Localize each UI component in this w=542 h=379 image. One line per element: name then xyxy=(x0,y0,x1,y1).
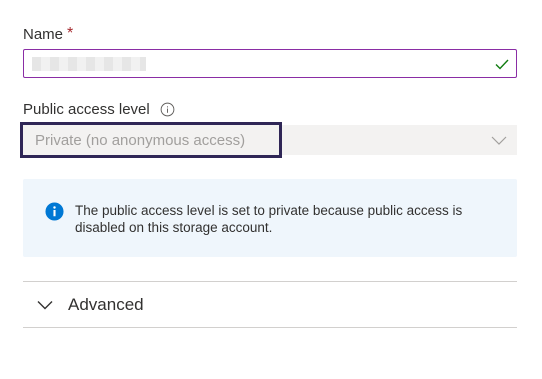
required-marker: * xyxy=(67,25,74,42)
info-message-text: The public access level is set to privat… xyxy=(75,203,463,235)
advanced-label: Advanced xyxy=(68,294,144,314)
check-icon xyxy=(495,59,509,70)
name-label-row: Name * xyxy=(23,25,73,43)
name-label: Name xyxy=(23,25,64,43)
access-label: Public access level xyxy=(23,101,150,118)
name-value-redacted xyxy=(32,57,146,71)
info-message-box: The public access level is set to privat… xyxy=(23,179,517,257)
info-circle-icon[interactable] xyxy=(160,102,175,117)
chevron-down-icon xyxy=(37,300,53,309)
access-label-row: Public access level xyxy=(23,101,175,118)
chevron-down-icon xyxy=(491,136,507,145)
divider xyxy=(23,327,517,328)
info-solid-icon xyxy=(45,202,64,221)
access-level-value: Private (no anonymous access) xyxy=(35,132,246,149)
access-level-dropdown[interactable]: Private (no anonymous access) xyxy=(20,122,517,158)
name-input[interactable] xyxy=(23,49,517,78)
advanced-section-toggle[interactable]: Advanced xyxy=(23,282,517,327)
